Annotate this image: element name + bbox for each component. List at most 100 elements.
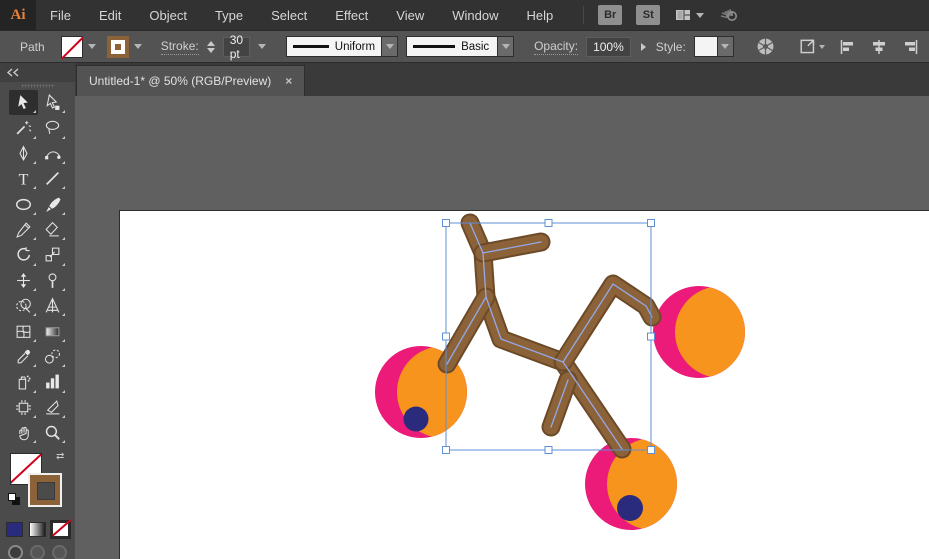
menu-object[interactable]: Object bbox=[135, 0, 201, 30]
tool-mesh[interactable] bbox=[9, 318, 38, 343]
selection-handle[interactable] bbox=[442, 219, 450, 227]
cherry-0[interactable] bbox=[375, 346, 489, 438]
style-chevron[interactable] bbox=[717, 36, 734, 57]
panel-drag-grip[interactable] bbox=[0, 82, 75, 90]
selection-handle[interactable] bbox=[442, 446, 450, 454]
tool-pencil[interactable] bbox=[9, 217, 38, 242]
cherry-body[interactable] bbox=[675, 286, 767, 378]
tool-paintbrush[interactable] bbox=[38, 191, 67, 216]
selection-handle[interactable] bbox=[647, 332, 655, 341]
transform-menu-button[interactable] bbox=[797, 38, 827, 56]
menu-select[interactable]: Select bbox=[257, 0, 321, 30]
workspace-switcher[interactable] bbox=[674, 7, 705, 23]
stroke-color-control[interactable] bbox=[106, 35, 145, 58]
opacity-input[interactable]: 100% bbox=[586, 36, 631, 57]
tool-type[interactable]: T bbox=[9, 166, 38, 191]
cherry-1[interactable] bbox=[653, 286, 767, 378]
tool-pen[interactable] bbox=[9, 141, 38, 166]
menu-help[interactable]: Help bbox=[512, 0, 567, 30]
swap-fill-stroke-icon[interactable]: ⇄ bbox=[56, 451, 64, 462]
menu-view[interactable]: View bbox=[382, 0, 438, 30]
tool-blend[interactable] bbox=[38, 344, 67, 369]
tool-eyedropper[interactable] bbox=[9, 344, 38, 369]
close-tab-icon[interactable]: × bbox=[285, 74, 292, 88]
selection-handle[interactable] bbox=[647, 219, 655, 227]
stock-button[interactable]: St bbox=[636, 5, 661, 25]
stroke-chevron[interactable] bbox=[131, 36, 145, 58]
tool-selection[interactable] bbox=[8, 89, 38, 116]
tool-line-segment[interactable] bbox=[38, 166, 67, 191]
panel-collapse-button[interactable] bbox=[0, 63, 75, 82]
stroke-weight-chevron[interactable] bbox=[258, 36, 267, 58]
draw-inside-button[interactable] bbox=[52, 545, 67, 559]
menu-window[interactable]: Window bbox=[438, 0, 512, 30]
fill-none-swatch[interactable] bbox=[60, 35, 83, 58]
fill-color-control[interactable] bbox=[60, 35, 99, 58]
menu-edit[interactable]: Edit bbox=[85, 0, 135, 30]
tool-gradient[interactable] bbox=[38, 318, 67, 343]
color-button[interactable] bbox=[6, 522, 23, 538]
opacity-label[interactable]: Opacity: bbox=[534, 39, 579, 55]
tool-puppet-warp[interactable] bbox=[38, 268, 67, 293]
menu-file[interactable]: File bbox=[36, 0, 85, 30]
stroke-proxy-brown[interactable] bbox=[28, 473, 62, 508]
tool-eraser[interactable] bbox=[38, 217, 67, 242]
stroke-weight-input[interactable]: 30 pt bbox=[222, 33, 251, 61]
gradient-button[interactable] bbox=[29, 522, 46, 538]
default-fill-stroke-icon[interactable] bbox=[8, 493, 20, 506]
document-tab[interactable]: Untitled-1* @ 50% (RGB/Preview) × bbox=[76, 65, 306, 96]
tool-curvature[interactable] bbox=[38, 141, 67, 166]
gpu-performance-icon[interactable] bbox=[718, 6, 740, 24]
tool-perspective-grid[interactable] bbox=[38, 293, 67, 318]
tool-ellipse[interactable] bbox=[9, 191, 38, 216]
bridge-button[interactable]: Br bbox=[598, 5, 623, 25]
tool-width[interactable] bbox=[9, 268, 38, 293]
brush-dropdown[interactable]: Basic bbox=[406, 36, 515, 57]
tool-slice[interactable] bbox=[38, 395, 67, 420]
tool-magic-wand[interactable] bbox=[9, 115, 38, 140]
recolor-artwork-button[interactable] bbox=[754, 37, 777, 56]
horizontal-align-right-button[interactable] bbox=[899, 38, 921, 56]
tools-grid: T bbox=[0, 89, 75, 445]
stroke-weight-label[interactable]: Stroke: bbox=[160, 39, 199, 55]
tool-scale[interactable] bbox=[38, 242, 67, 267]
branch-path[interactable] bbox=[553, 274, 662, 372]
horizontal-align-center-button[interactable] bbox=[868, 38, 890, 56]
tool-zoom[interactable] bbox=[38, 420, 67, 445]
tool-artboard[interactable] bbox=[9, 395, 38, 420]
stroke-weight-stepper[interactable] bbox=[206, 40, 215, 53]
width-profile-chevron[interactable] bbox=[382, 36, 399, 57]
cherry-dot[interactable] bbox=[617, 495, 643, 521]
brush-chevron[interactable] bbox=[498, 36, 515, 57]
cherry-2[interactable] bbox=[585, 438, 699, 530]
tool-symbol-sprayer[interactable] bbox=[9, 369, 38, 394]
menu-effect[interactable]: Effect bbox=[321, 0, 382, 30]
tool-direct-selection[interactable] bbox=[38, 90, 67, 115]
style-dropdown[interactable] bbox=[693, 36, 734, 57]
divider bbox=[583, 6, 585, 24]
tool-column-graph[interactable] bbox=[38, 369, 67, 394]
draw-normal-button[interactable] bbox=[8, 545, 23, 559]
branch-stroke[interactable] bbox=[555, 276, 660, 370]
tool-hand[interactable] bbox=[9, 420, 38, 445]
opacity-expand-arrow[interactable] bbox=[639, 42, 648, 51]
horizontal-align-left-button[interactable] bbox=[837, 38, 859, 56]
cherry-dot[interactable] bbox=[403, 406, 429, 432]
selection-handle[interactable] bbox=[442, 332, 450, 341]
perspective-grid-tool-icon bbox=[45, 297, 59, 313]
tool-lasso[interactable] bbox=[38, 115, 67, 140]
canvas-pasteboard[interactable] bbox=[75, 96, 929, 559]
app-logo[interactable]: Ai bbox=[0, 0, 36, 30]
tool-shape-builder[interactable] bbox=[9, 293, 38, 318]
draw-behind-button[interactable] bbox=[30, 545, 45, 559]
menu-type[interactable]: Type bbox=[201, 0, 257, 30]
tool-rotate[interactable] bbox=[9, 242, 38, 267]
stroke-color-swatch[interactable] bbox=[106, 35, 129, 58]
fill-chevron[interactable] bbox=[85, 36, 99, 58]
horizontal-align-center-icon bbox=[872, 39, 885, 54]
none-button[interactable] bbox=[50, 520, 71, 540]
selection-handle[interactable] bbox=[544, 446, 553, 454]
selection-handle[interactable] bbox=[647, 446, 655, 454]
width-profile-dropdown[interactable]: Uniform bbox=[286, 36, 399, 57]
selection-handle[interactable] bbox=[544, 219, 553, 227]
